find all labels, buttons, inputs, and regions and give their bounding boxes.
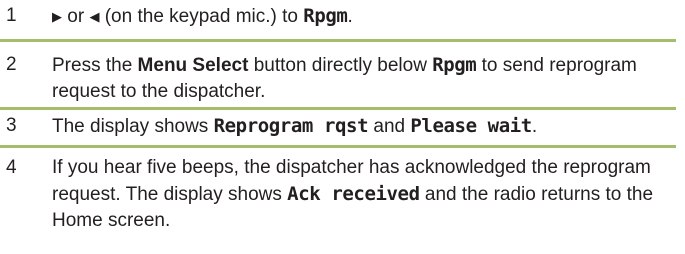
divider-rule bbox=[0, 145, 676, 148]
button-name: Menu Select bbox=[137, 55, 249, 76]
right-arrow-icon: ▶ bbox=[52, 9, 62, 24]
step-text: The display shows Reprogram rqst and Ple… bbox=[52, 113, 676, 140]
left-arrow-icon: ◀ bbox=[89, 9, 100, 24]
step-text-part: (on the keypad mic.) to bbox=[99, 6, 304, 27]
step-text-part: . bbox=[347, 6, 353, 27]
step-number: 1 bbox=[6, 5, 17, 26]
step-text-part: button directly below bbox=[248, 55, 433, 76]
step-number: 3 bbox=[6, 115, 17, 136]
step-number: 2 bbox=[6, 54, 17, 75]
display-text: Ack received bbox=[287, 183, 420, 205]
divider-rule bbox=[0, 107, 676, 110]
step-text-part: The display shows bbox=[52, 116, 214, 137]
display-text: Rpgm bbox=[432, 54, 477, 76]
step-number: 4 bbox=[6, 157, 17, 178]
display-text: Reprogram rqst bbox=[213, 115, 369, 137]
step-text-part: or bbox=[62, 6, 90, 27]
step-text: Press the Menu Select button directly be… bbox=[52, 52, 676, 105]
step-text: ▶ or ◀ (on the keypad mic.) to Rpgm. bbox=[52, 3, 676, 30]
step-text-part: . bbox=[531, 116, 538, 137]
step-text-part: and bbox=[368, 116, 411, 137]
divider-rule bbox=[0, 39, 676, 42]
display-text: Rpgm bbox=[303, 5, 348, 27]
step-text: If you hear five beeps, the dispatcher h… bbox=[52, 155, 676, 234]
step-text-part: Press the bbox=[52, 55, 138, 76]
display-text: Please wait bbox=[410, 115, 532, 137]
